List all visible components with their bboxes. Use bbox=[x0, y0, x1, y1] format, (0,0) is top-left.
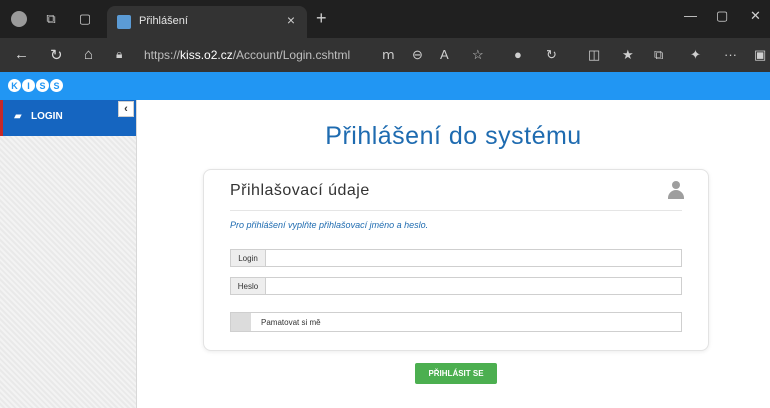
text-size-icon[interactable]: A bbox=[440, 47, 449, 62]
remember-me-label: Pamatovat si mě bbox=[261, 318, 321, 327]
close-tab-icon[interactable]: × bbox=[287, 12, 295, 28]
profile-icon[interactable] bbox=[10, 10, 28, 28]
kiss-logo[interactable]: K I S S bbox=[8, 79, 63, 92]
lock-icon[interactable]: 🔒︎ bbox=[116, 47, 122, 62]
sidebar: ▰ LOGIN ‹ bbox=[0, 100, 137, 408]
close-window-button[interactable]: ✕ bbox=[750, 8, 761, 24]
tab-actions-icon[interactable]: ▢ bbox=[76, 10, 94, 28]
login-hint: Pro přihlášení vyplňte přihlašovací jmén… bbox=[230, 220, 429, 230]
browser-titlebar: ⧉ ▢ Přihlášení × + — ▢ ✕ bbox=[0, 0, 770, 38]
browser-tab[interactable]: Přihlášení × bbox=[107, 6, 307, 38]
app-header: K I S S bbox=[0, 72, 770, 100]
logo-letter: I bbox=[22, 79, 35, 92]
favorites-icon[interactable]: ★ bbox=[622, 47, 634, 63]
user-icon bbox=[668, 181, 684, 199]
workspaces-icon[interactable]: ⧉ bbox=[42, 10, 60, 28]
password-input[interactable] bbox=[267, 278, 681, 294]
new-tab-button[interactable]: + bbox=[316, 8, 327, 29]
read-aloud-icon[interactable]: ⅿ bbox=[382, 47, 395, 63]
back-icon[interactable]: ← bbox=[14, 46, 29, 63]
remember-me-row[interactable]: Pamatovat si mě bbox=[230, 312, 682, 332]
address-bar[interactable]: 🔒︎ https://kiss.o2.cz/Account/Login.csht… bbox=[110, 43, 510, 67]
minimize-button[interactable]: — bbox=[684, 8, 697, 23]
favorite-star-icon[interactable]: ☆ bbox=[472, 47, 484, 63]
extension-icon[interactable]: ● bbox=[514, 47, 522, 62]
remember-me-checkbox[interactable] bbox=[231, 313, 251, 331]
divider bbox=[230, 210, 682, 211]
login-field: Login bbox=[230, 249, 682, 267]
login-label: Login bbox=[231, 250, 266, 266]
more-icon[interactable]: ··· bbox=[724, 47, 737, 62]
logo-letter: S bbox=[36, 79, 49, 92]
collections-icon[interactable]: ⧉ bbox=[654, 47, 663, 63]
split-screen-icon[interactable]: ◫ bbox=[588, 47, 600, 63]
password-field: Heslo bbox=[230, 277, 682, 295]
login-input[interactable] bbox=[267, 250, 681, 266]
refresh-icon[interactable]: ↻ bbox=[50, 46, 63, 64]
tab-title: Přihlášení bbox=[139, 15, 188, 27]
favicon-icon bbox=[117, 15, 131, 29]
login-submit-button[interactable]: PŘIHLÁSIT SE bbox=[415, 363, 497, 384]
collapse-sidebar-button[interactable]: ‹ bbox=[118, 101, 134, 117]
login-card: Přihlašovací údaje Pro přihlášení vyplňt… bbox=[203, 169, 709, 351]
url-text[interactable]: https://kiss.o2.cz/Account/Login.cshtml bbox=[144, 48, 350, 62]
sidebar-item-label: LOGIN bbox=[31, 111, 63, 122]
logo-letter: K bbox=[8, 79, 21, 92]
home-icon[interactable]: ⌂ bbox=[84, 46, 93, 63]
logo-letter: S bbox=[50, 79, 63, 92]
main-content: Přihlášení do systému Přihlašovací údaje… bbox=[137, 100, 770, 408]
refresh-extension-icon[interactable]: ↻ bbox=[546, 47, 557, 63]
maximize-button[interactable]: ▢ bbox=[716, 8, 728, 24]
password-label: Heslo bbox=[231, 278, 266, 294]
zoom-icon[interactable]: ⊖ bbox=[412, 47, 423, 63]
page-title: Přihlášení do systému bbox=[325, 122, 582, 150]
extensions-icon[interactable]: ✦ bbox=[690, 47, 701, 63]
sidebar-toggle-icon[interactable]: ▣ bbox=[754, 47, 766, 63]
address-toolbar: ← ↻ ⌂ 🔒︎ https://kiss.o2.cz/Account/Logi… bbox=[0, 38, 770, 72]
login-icon: ▰ bbox=[14, 111, 22, 122]
sidebar-item-login[interactable]: ▰ LOGIN bbox=[0, 100, 136, 136]
card-title: Přihlašovací údaje bbox=[230, 182, 370, 199]
